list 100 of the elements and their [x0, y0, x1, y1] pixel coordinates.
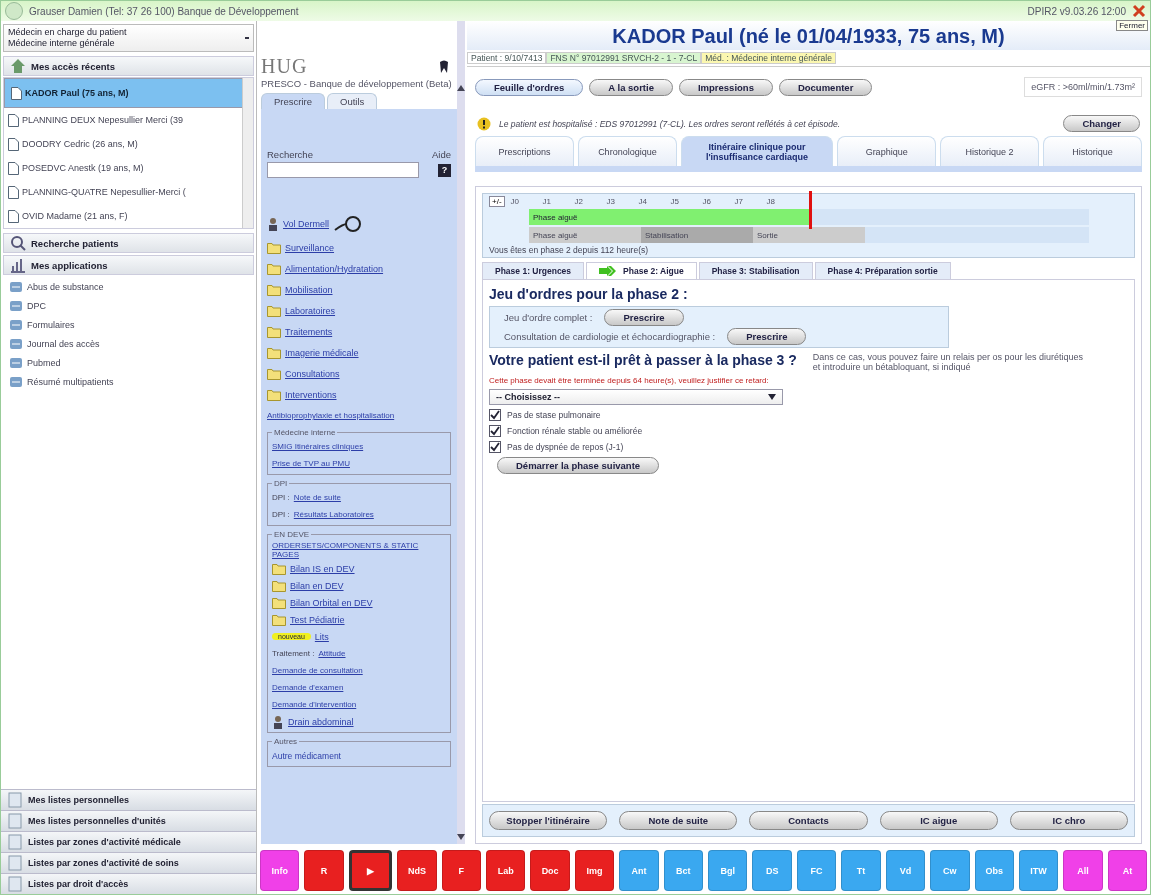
link[interactable]: Vol Dermell [283, 219, 329, 229]
shortcut-button[interactable]: Doc [530, 850, 570, 891]
view-tab[interactable]: Graphique [837, 136, 937, 166]
view-tab[interactable]: Historique [1043, 136, 1142, 166]
footer-button[interactable]: Stopper l'itinéraire [489, 811, 608, 830]
patient-item[interactable]: POSEDVC Anestk (19 ans, M) [4, 156, 242, 180]
search-patients-header[interactable]: Recherche patients [3, 233, 254, 253]
action-button[interactable]: Feuille d'ordres [475, 78, 584, 96]
shortcut-button[interactable]: NdS [397, 850, 437, 891]
checkbox[interactable] [489, 425, 501, 437]
shortcut-button[interactable]: Lab [486, 850, 526, 891]
application-item[interactable]: Abus de substance [9, 280, 248, 294]
folder-link[interactable]: Imagerie médicale [285, 347, 359, 358]
link[interactable]: ORDERSETS/COMPONENTS & STATIC PAGES [272, 541, 446, 559]
scroll-down-icon[interactable] [457, 834, 465, 840]
close-button[interactable] [1132, 4, 1146, 18]
next-phase-button[interactable]: Démarrer la phase suivante [497, 457, 660, 474]
checkbox[interactable] [489, 409, 501, 421]
patient-item[interactable]: DOODRY Cedric (26 ans, M) [4, 132, 242, 156]
section-heading: Jeu d'ordres pour la phase 2 : [489, 286, 688, 302]
view-tab[interactable]: Itinéraire clinique pour l'insuffisance cardiaque [680, 136, 834, 166]
list-section-header[interactable]: Listes par droit d'accès [1, 873, 256, 894]
link-prefix: DPI : [272, 510, 290, 519]
reason-select[interactable]: -- Choisissez -- [489, 389, 783, 405]
folder-link[interactable]: Test Pédiatrie [290, 614, 345, 625]
prescribe-button[interactable]: Prescrire [727, 328, 807, 345]
view-tab[interactable]: Historique 2 [940, 136, 1040, 166]
list-section-header[interactable]: Listes par zones d'activité médicale [1, 831, 256, 852]
scroll-up-icon[interactable] [457, 85, 465, 91]
phase-tab[interactable]: Phase 2: Aigue [586, 262, 697, 280]
shortcut-button[interactable]: F [441, 850, 482, 891]
recent-header[interactable]: Mes accès récents [3, 56, 254, 76]
folder-link[interactable]: Laboratoires [285, 305, 336, 316]
application-item[interactable]: Journal des accès [9, 337, 248, 351]
patient-name: PLANNING DEUX Nepesullier Merci (39 [22, 115, 185, 125]
list-section-header[interactable]: Mes listes personnelles [1, 789, 256, 810]
patient-item[interactable]: KADOR Paul (75 ans, M) [4, 78, 242, 108]
item-text[interactable]: Autre médicament [272, 750, 341, 761]
folder-link[interactable]: Bilan IS en DEV [290, 563, 355, 574]
link[interactable]: SMIG Itinéraires cliniques [272, 442, 364, 451]
application-item[interactable]: Résumé multipatients [9, 375, 248, 389]
link[interactable]: Attitude [318, 649, 346, 658]
folder-link[interactable]: Traitements [285, 326, 333, 337]
help-label: Aide [432, 149, 451, 160]
link[interactable]: Résultats Laboratoires [293, 510, 374, 519]
folder-link[interactable]: Consultations [285, 368, 340, 379]
link[interactable]: Note de suite [293, 493, 341, 502]
patient-name: PLANNING-QUATRE Nepesullier-Merci ( [22, 187, 187, 197]
section-title: Mes applications [31, 259, 108, 271]
link[interactable]: Demande d'examen [272, 683, 344, 692]
folder-link[interactable]: Bilan en DEV [290, 580, 344, 591]
group-title: Autres [273, 737, 299, 746]
home-icon [10, 58, 26, 74]
patient-name: OVID Madame (21 ans, F) [22, 211, 129, 221]
patient-item[interactable]: PLANNING-QUATRE Nepesullier-Merci ( [4, 180, 242, 204]
panel-tab[interactable]: Prescrire [261, 93, 325, 109]
phase-tab[interactable]: Phase 1: Urgences [482, 262, 585, 280]
application-item[interactable]: Formulaires [9, 318, 248, 332]
footer-button[interactable]: IC chro [1009, 811, 1128, 830]
application-item[interactable]: Pubmed [9, 356, 248, 370]
folder-link[interactable]: Surveillance [285, 242, 335, 253]
role-select[interactable]: Médecin en charge du patient Médecine interne générale [3, 24, 254, 52]
shortcut-button[interactable]: ▶ [348, 850, 393, 891]
toggle-button[interactable]: +/- [489, 196, 505, 207]
view-tab[interactable]: Chronologique [577, 136, 677, 166]
view-tab[interactable]: Prescriptions [475, 136, 574, 166]
action-button[interactable]: Documenter [778, 78, 873, 96]
list-section-header[interactable]: Mes listes personnelles d'unités [1, 810, 256, 831]
patient-item[interactable]: OVID Madame (21 ans, F) [4, 204, 242, 228]
applications-header[interactable]: Mes applications [3, 255, 254, 275]
change-button[interactable]: Changer [1063, 115, 1140, 132]
order-set-label: Consultation de cardiologie et échocardiographie : [504, 331, 716, 342]
patient-item[interactable]: PLANNING DEUX Nepesullier Merci (39 [4, 108, 242, 132]
application-item[interactable]: DPC [9, 299, 248, 313]
help-button[interactable]: ? [438, 163, 451, 177]
link[interactable]: Drain abdominal [288, 716, 354, 727]
checkbox[interactable] [489, 441, 501, 453]
user-info: Grauser Damien (Tel: 37 26 100) Banque de Développement [29, 5, 299, 17]
link[interactable]: Demande d'intervention [272, 700, 357, 709]
folder-link[interactable]: Interventions [285, 389, 337, 400]
link[interactable]: Lits [314, 631, 329, 642]
link[interactable]: Prise de TVP au PMU [272, 459, 350, 468]
shortcut-button[interactable]: R [304, 850, 344, 891]
folder-link[interactable]: Mobilisation [285, 284, 333, 295]
shortcut-button[interactable]: Img [574, 850, 615, 891]
footer-button[interactable]: Note de suite [619, 811, 738, 830]
list-section-header[interactable]: Listes par zones d'activité de soins [1, 852, 256, 873]
prescribe-button[interactable]: Prescrire [604, 309, 684, 326]
search-field[interactable] [267, 162, 419, 178]
folder-link[interactable]: Alimentation/Hydratation [285, 263, 384, 274]
link[interactable]: Antibioprophylaxie et hospitalisation [267, 411, 395, 420]
action-button[interactable]: Impressions [678, 78, 773, 96]
link[interactable]: Demande de consultation [272, 666, 363, 675]
footer-button[interactable]: IC aigue [879, 811, 998, 830]
action-button[interactable]: A la sortie [589, 78, 673, 96]
panel-tab[interactable]: Outils [327, 93, 378, 109]
footer-button[interactable]: Contacts [749, 811, 868, 830]
folder-link[interactable]: Bilan Orbital en DEV [290, 597, 373, 608]
phase-tab[interactable]: Phase 4: Préparation sortie [814, 262, 951, 280]
phase-tab[interactable]: Phase 3: Stabilisation [698, 262, 813, 280]
